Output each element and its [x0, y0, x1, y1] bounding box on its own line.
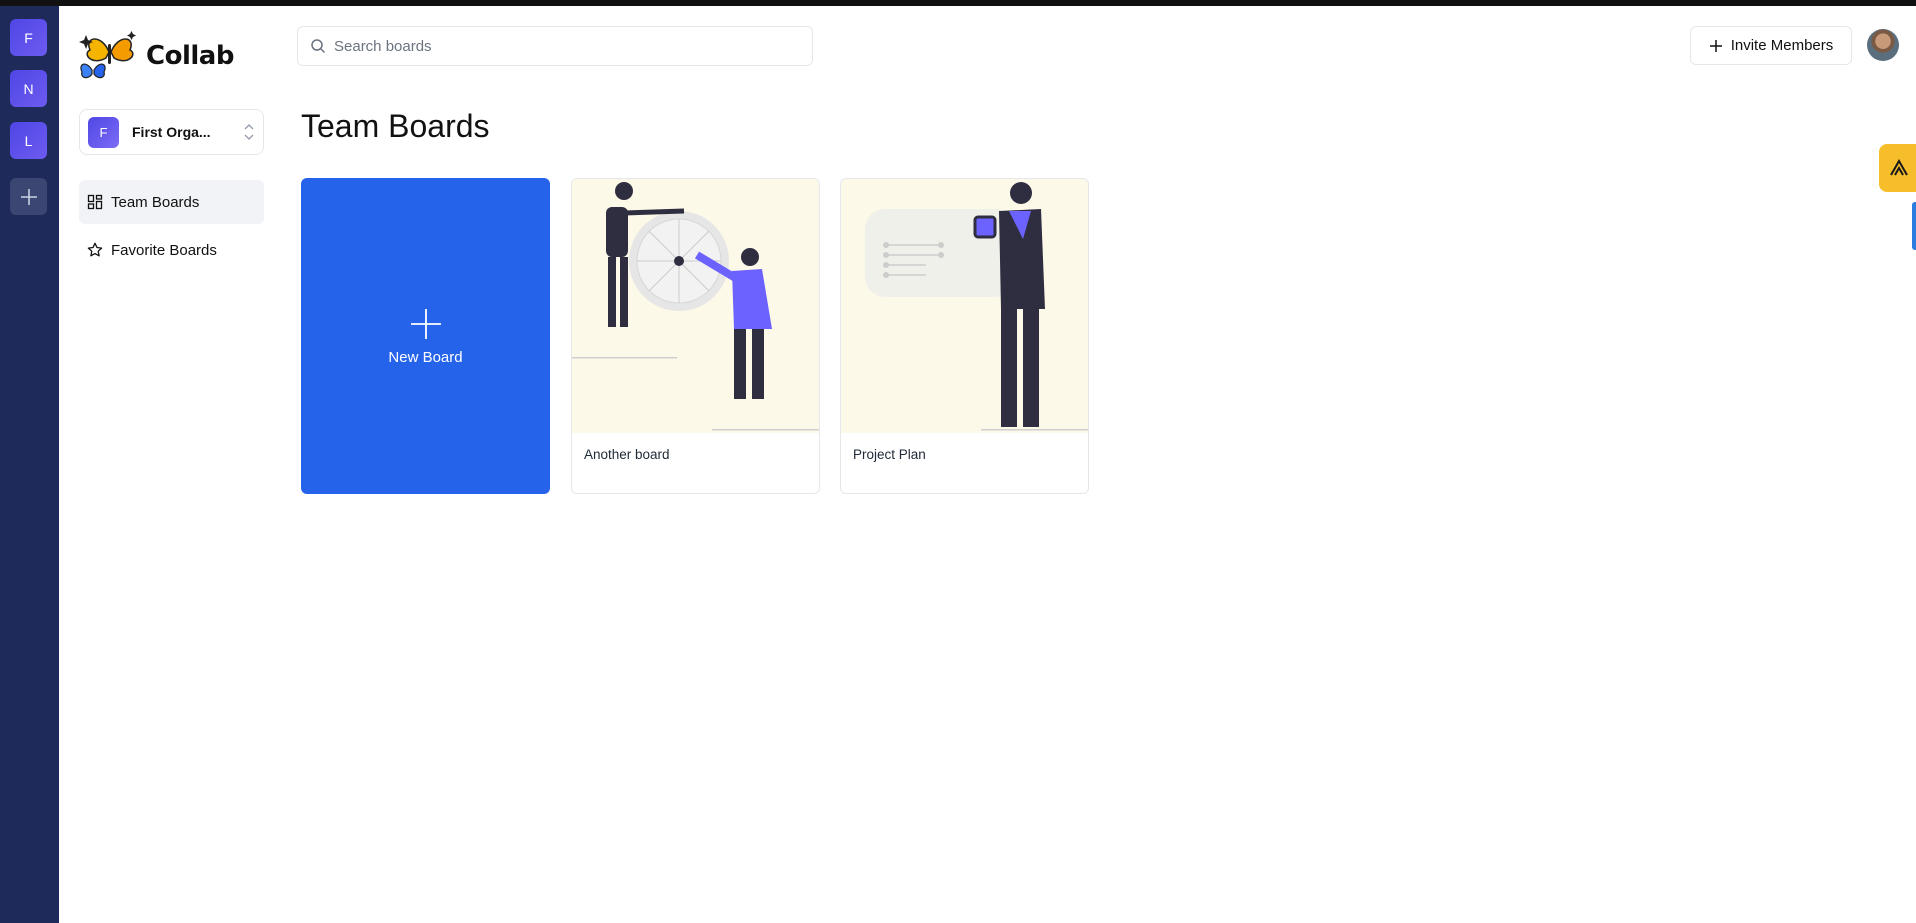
board-illustration — [865, 182, 1088, 431]
plus-icon — [410, 308, 441, 339]
plus-icon — [20, 188, 37, 205]
board-thumbnail — [841, 179, 1088, 433]
star-icon — [87, 242, 103, 258]
sidebar-item-label: Team Boards — [111, 193, 200, 211]
sidebar-item-favorite-boards[interactable]: Favorite Boards — [79, 228, 264, 272]
org-rail: F N L — [0, 6, 59, 923]
search-icon — [311, 39, 326, 54]
logo-text: Collab — [146, 41, 234, 71]
new-board-button[interactable]: New Board — [301, 178, 550, 494]
board-title: Another board — [584, 447, 670, 462]
board-card[interactable]: Another board — [571, 178, 820, 494]
add-organization-button[interactable] — [10, 178, 47, 215]
org-button-l[interactable]: L — [10, 122, 47, 159]
mountain-logo-icon — [1890, 159, 1908, 176]
side-panel-tab[interactable] — [1912, 202, 1916, 250]
org-button-f[interactable]: F — [10, 19, 47, 56]
org-initial: N — [23, 80, 34, 97]
dashboard-icon — [87, 194, 103, 210]
invite-members-label: Invite Members — [1730, 37, 1834, 54]
chevron-up-down-icon — [244, 123, 254, 141]
sidebar: Collab F First Orga... Team Boards Favor… — [59, 6, 279, 923]
org-initial: L — [24, 132, 33, 149]
sidebar-item-team-boards[interactable]: Team Boards — [79, 180, 264, 224]
organization-switcher[interactable]: F First Orga... — [79, 109, 264, 155]
org-switcher-name: First Orga... — [132, 124, 211, 140]
board-title: Project Plan — [853, 447, 926, 462]
search-input[interactable] — [334, 37, 794, 55]
search-box[interactable] — [297, 26, 813, 66]
invite-members-button[interactable]: Invite Members — [1690, 26, 1852, 65]
page-title: Team Boards — [301, 108, 490, 144]
logo[interactable]: Collab — [78, 30, 234, 82]
plus-icon — [1709, 39, 1722, 52]
feedback-widget-button[interactable] — [1879, 144, 1916, 192]
board-illustration — [572, 182, 819, 431]
board-thumbnail — [572, 179, 819, 433]
butterfly-logo-icon — [79, 31, 136, 79]
new-board-label: New Board — [388, 348, 463, 366]
user-avatar[interactable] — [1867, 29, 1899, 61]
org-initial: F — [24, 29, 33, 46]
org-button-n[interactable]: N — [10, 70, 47, 107]
window-top-strip — [0, 0, 1916, 6]
board-card[interactable]: Project Plan — [840, 178, 1089, 494]
sidebar-item-label: Favorite Boards — [111, 241, 217, 259]
org-switcher-badge: F — [88, 116, 119, 148]
